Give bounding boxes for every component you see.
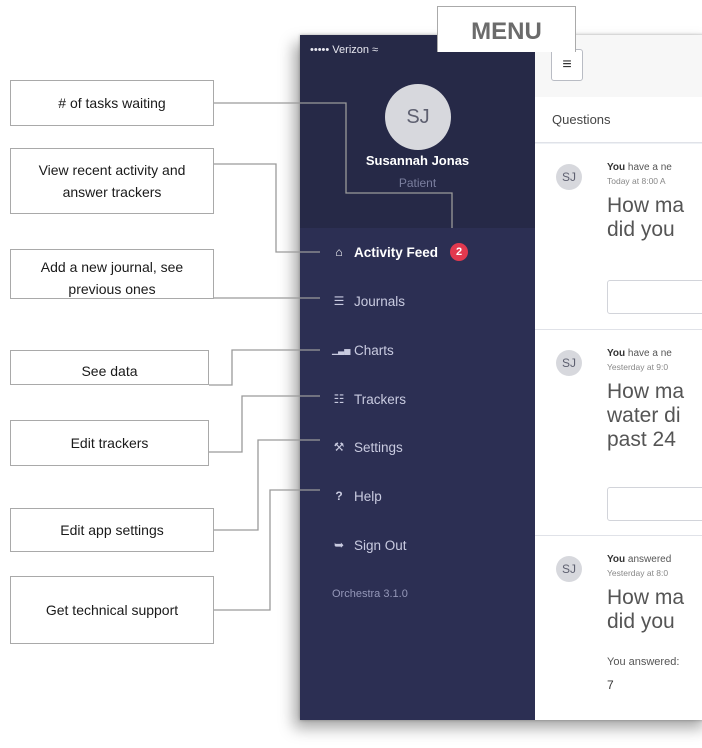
sidebar-item-label: Trackers [354, 391, 407, 407]
card-question: How ma did you [607, 194, 685, 241]
sidebar-menu: ••••• Verizon ≈ SJ Susannah Jonas Patien… [300, 35, 535, 720]
callout-app-settings: Edit app settings [10, 508, 214, 552]
answer-input[interactable] [607, 280, 702, 314]
question-card: SJ You have a ne Yesterday at 9:0 How ma… [535, 330, 702, 536]
answer-input[interactable] [607, 487, 702, 521]
answer-value: 7 [607, 678, 614, 692]
phone-screen: ••••• Verizon ≈ SJ Susannah Jonas Patien… [300, 35, 702, 720]
profile-header: ••••• Verizon ≈ SJ Susannah Jonas Patien… [300, 35, 535, 228]
callout-see-data: See data [10, 350, 209, 385]
sidebar-item-activity-feed[interactable]: ⌂ Activity Feed 2 [332, 240, 469, 264]
avatar: SJ [556, 164, 582, 190]
profile-role: Patient [398, 176, 437, 190]
document-icon: ☰ [333, 294, 345, 308]
card-question: How ma water di past 24 [607, 380, 685, 451]
sidebar-item-trackers[interactable]: ☷ Trackers [332, 387, 406, 411]
sidebar-item-charts[interactable]: ▁▃▅ Charts [332, 338, 394, 362]
sign-out-icon: ➥ [333, 538, 345, 552]
sidebar-item-label: Sign Out [354, 537, 407, 553]
wrench-icon: ⚒ [333, 440, 345, 454]
card-question: How ma did you [607, 586, 685, 633]
status-bar: ••••• Verizon ≈ [310, 44, 379, 56]
hamburger-menu-button[interactable]: ≡ [551, 49, 583, 81]
menu-tab-label: MENU [437, 6, 576, 52]
main-content: ≡ Questions SJ You have a ne Today at 8:… [535, 35, 702, 720]
callout-technical-support: Get technical support [10, 576, 214, 644]
callout-edit-trackers: Edit trackers [10, 420, 209, 466]
sidebar-item-help[interactable]: ? Help [332, 484, 382, 508]
callout-view-activity: View recent activity and answer trackers [10, 148, 214, 214]
sidebar-item-journals[interactable]: ☰ Journals [332, 289, 405, 313]
question-icon: ? [335, 489, 343, 503]
callout-tasks-waiting: # of tasks waiting [10, 80, 214, 126]
list-icon: ☷ [333, 392, 345, 406]
card-timestamp: Today at 8:00 A [607, 176, 666, 186]
sidebar-item-label: Journals [354, 293, 406, 309]
card-header: You answered [607, 554, 672, 565]
card-timestamp: Yesterday at 9:0 [607, 362, 669, 372]
card-timestamp: Yesterday at 8:0 [607, 568, 669, 578]
avatar: SJ [556, 350, 582, 376]
sidebar-item-settings[interactable]: ⚒ Settings [332, 435, 403, 459]
sidebar-item-label: Charts [354, 342, 394, 358]
card-header: You have a ne [607, 162, 672, 173]
section-title: Questions [535, 97, 702, 143]
app-version: Orchestra 3.1.0 [332, 588, 408, 600]
answered-label: You answered: [607, 656, 680, 668]
callout-journals: Add a new journal, see previous ones [10, 249, 214, 299]
avatar: SJ [385, 84, 451, 150]
bar-chart-icon: ▁▃▅ [332, 345, 351, 355]
question-card: SJ You have a ne Today at 8:00 A How ma … [535, 144, 702, 330]
sidebar-item-label: Help [354, 488, 382, 504]
avatar: SJ [556, 556, 582, 582]
sidebar-item-label: Activity Feed [354, 244, 439, 260]
profile-name: Susannah Jonas [365, 153, 470, 168]
card-header: You have a ne [607, 348, 672, 359]
home-icon: ⌂ [335, 245, 343, 259]
question-card: SJ You answered Yesterday at 8:0 How ma … [535, 536, 702, 720]
sidebar-item-sign-out[interactable]: ➥ Sign Out [332, 533, 407, 557]
sidebar-item-label: Settings [354, 439, 403, 455]
tasks-count-badge: 2 [450, 243, 469, 261]
